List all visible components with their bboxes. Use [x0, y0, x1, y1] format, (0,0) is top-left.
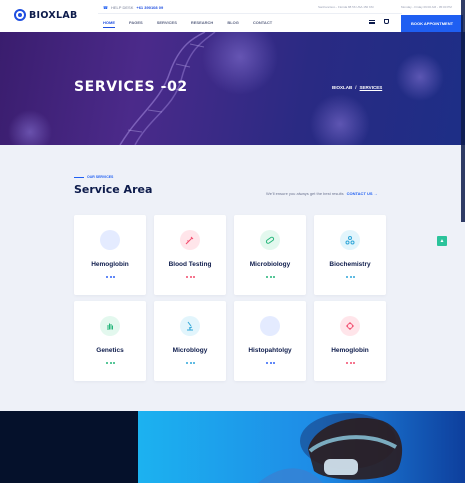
contact-us-link[interactable]: CONTACT US → [347, 191, 378, 196]
blood-drop-icon [100, 230, 120, 250]
header-divider [98, 13, 402, 14]
scientist-image [258, 413, 403, 483]
main-nav: HOME PAGES SERVICES RESEARCH BLOG CONTAC… [103, 20, 272, 28]
service-label: Hemoglobin [331, 347, 369, 354]
service-card-hemoglobin[interactable]: Hemoglobin [74, 215, 146, 295]
card-dots [106, 276, 115, 278]
breadcrumb: BIOXLAB / SERVICES [332, 85, 382, 90]
card-dots [106, 362, 115, 364]
service-card-hemoglobin[interactable]: Hemoglobin [314, 301, 386, 381]
page-title: SERVICES -02 [74, 79, 188, 95]
hand-icon [100, 316, 120, 336]
card-dots [266, 276, 275, 278]
eyebrow-line [74, 176, 84, 178]
service-label: Microbiology [249, 261, 291, 268]
nav-item-contact[interactable]: CONTACT [253, 20, 272, 28]
help-label: HELP DESK [110, 5, 134, 10]
site-header: BIOXLAB ☎ HELP DESK +61 390108 09 Sanfra… [0, 0, 465, 32]
service-label: Hemoglobin [91, 261, 129, 268]
molecule-icon [340, 230, 360, 250]
nav-item-services[interactable]: SERVICES [157, 20, 177, 28]
syringe-icon [180, 230, 200, 250]
service-label: Genetics [96, 347, 124, 354]
breadcrumb-current: SERVICES [359, 85, 383, 90]
bottom-banner [0, 411, 465, 483]
service-card-microbiology[interactable]: Microbiology [234, 215, 306, 295]
phone-icon: ☎ [103, 5, 108, 10]
service-label: Microblogy [172, 347, 208, 354]
banner-image-panel [138, 411, 465, 483]
menu-icon[interactable] [369, 20, 375, 24]
logo[interactable]: BIOXLAB [14, 9, 78, 21]
help-desk: ☎ HELP DESK +61 390108 09 [103, 5, 163, 10]
card-dots [186, 276, 195, 278]
eyebrow-text: OUR SERVICES [87, 175, 114, 179]
service-label: Biochemistry [329, 261, 371, 268]
hero-background-illustration [8, 32, 444, 145]
card-dots [266, 362, 275, 364]
nav-item-home[interactable]: HOME [103, 20, 115, 28]
assurance-text: We'll ensure you always get the best res… [266, 191, 344, 196]
help-phone[interactable]: +61 390108 09 [136, 5, 163, 10]
breadcrumb-home[interactable]: BIOXLAB [332, 85, 352, 90]
service-card-blood-testing[interactable]: Blood Testing [154, 215, 226, 295]
section-title: Service Area [74, 183, 153, 196]
section-eyebrow: OUR SERVICES [74, 175, 113, 179]
service-label: Histopahtolgy [248, 347, 292, 354]
dna-icon [260, 316, 280, 336]
nav-item-pages[interactable]: PAGES [129, 20, 143, 28]
card-dots [346, 362, 355, 364]
scroll-up-button[interactable]: ▲ [437, 236, 447, 246]
section-assurance: We'll ensure you always get the best res… [266, 191, 378, 196]
book-appointment-button[interactable]: BOOK APPOINTMENT [401, 15, 463, 32]
card-dots [346, 276, 355, 278]
service-card-biochemistry[interactable]: Biochemistry [314, 215, 386, 295]
logo-text: BIOXLAB [29, 9, 78, 21]
banner-dark-panel [0, 411, 138, 483]
logo-icon [14, 9, 26, 21]
service-label: Blood Testing [168, 261, 212, 268]
hero-banner: SERVICES -02 BIOXLAB / SERVICES [0, 32, 465, 145]
service-card-genetics[interactable]: Genetics [74, 301, 146, 381]
service-card-microblogy[interactable]: Microblogy [154, 301, 226, 381]
virus-icon [340, 316, 360, 336]
card-dots [186, 362, 195, 364]
hours-info: Monday - Friday 09:00 AM - 05:00 PM [401, 5, 452, 9]
service-card-histopahtolgy[interactable]: Histopahtolgy [234, 301, 306, 381]
breadcrumb-separator: / [355, 85, 357, 90]
nav-item-blog[interactable]: BLOG [227, 20, 239, 28]
microscope-icon [180, 316, 200, 336]
nav-item-research[interactable]: RESEARCH [191, 20, 213, 28]
page-scrollbar[interactable] [461, 0, 465, 222]
address-info: Sanfrancisco - Florida 88 56 USA 150 KM [318, 5, 374, 9]
pill-icon [260, 230, 280, 250]
cart-icon[interactable] [384, 19, 389, 24]
